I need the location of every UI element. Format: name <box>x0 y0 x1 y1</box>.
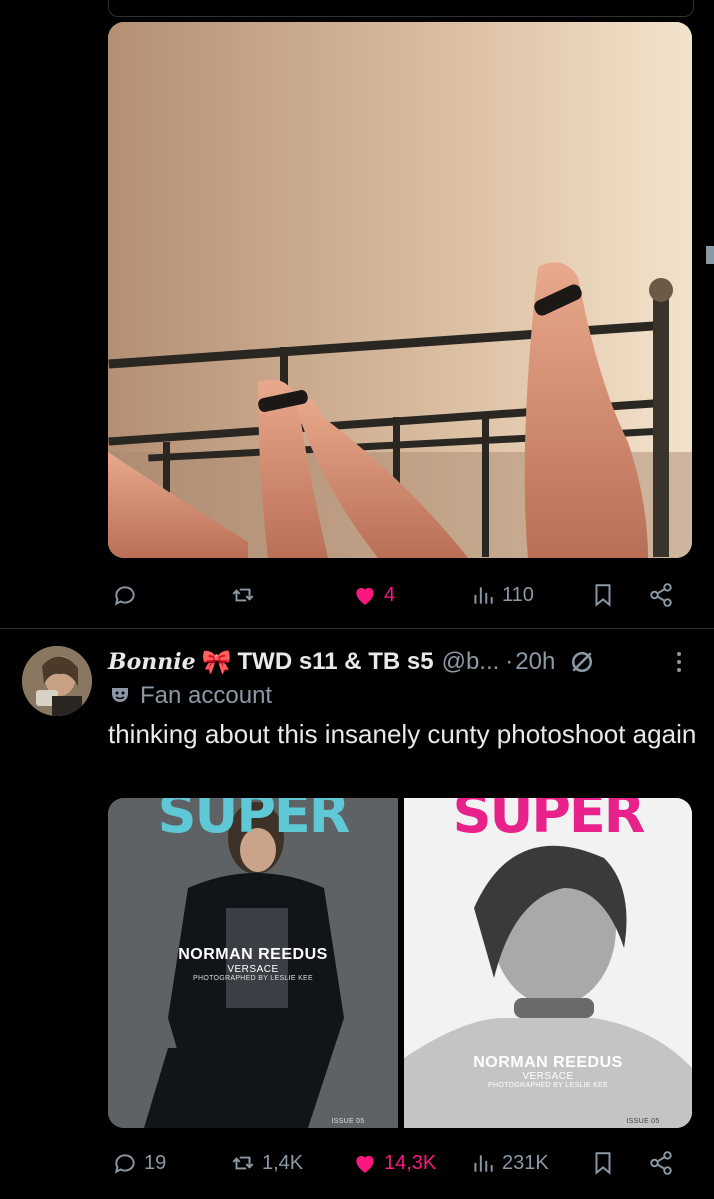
bookmark-icon <box>595 1152 611 1175</box>
fan-account-text: Fan account <box>140 682 273 709</box>
bookmark-icon <box>595 584 611 607</box>
cover-issue-2: ISSUE 05 <box>626 1118 660 1125</box>
views-button[interactable]: 231K <box>470 1150 549 1176</box>
reply-count: 19 <box>144 1151 167 1174</box>
post-actions-2: 19 1,4K 14,3K 231K <box>108 1143 692 1183</box>
magazine-cover-2[interactable]: SUPER NORMAN REEDUS VERSACE PHOTOGRAPHED… <box>404 798 692 1128</box>
scrollbar-thumb[interactable] <box>706 246 714 264</box>
author-handle[interactable]: @b... <box>442 648 500 676</box>
post-time[interactable]: 20h <box>515 648 555 676</box>
share-icon <box>650 1151 672 1175</box>
repost-count: 1,4K <box>262 1151 304 1174</box>
masks-icon <box>112 688 128 702</box>
post-actions-1: 4 110 <box>108 575 692 615</box>
magazine-title-1: SUPER <box>157 798 351 845</box>
time-separator: · <box>505 648 514 675</box>
bookmark-button[interactable] <box>590 582 616 608</box>
author-name[interactable]: TWD s11 & TB s5 <box>238 648 434 676</box>
cover-headline-1: NORMAN REEDUS <box>178 946 328 963</box>
post-text: thinking about this insanely cunty photo… <box>108 719 697 749</box>
cover-issue-1: ISSUE 05 <box>331 1118 365 1125</box>
magazine-cover-1[interactable]: SUPER NORMAN REEDUS VERSACE PHOTOGRAPHED… <box>108 798 398 1128</box>
repost-icon <box>232 1156 254 1170</box>
post-image-bed-frame[interactable] <box>108 22 692 558</box>
cover-headline-2: NORMAN REEDUS <box>473 1054 623 1071</box>
reply-button[interactable]: 19 <box>112 1150 166 1176</box>
views-icon <box>474 1155 493 1172</box>
mute-icon <box>572 652 593 672</box>
magazine-title-2: SUPER <box>452 798 646 845</box>
post-divider <box>0 628 714 629</box>
share-button[interactable] <box>648 582 674 608</box>
heart-filled-icon <box>356 587 374 605</box>
repost-icon <box>232 588 254 602</box>
views-icon <box>474 587 493 604</box>
heart-filled-icon <box>356 1155 374 1173</box>
like-button[interactable]: 14,3K <box>352 1150 436 1176</box>
cover-credit-1: PHOTOGRAPHED BY LESLIE KEE <box>193 975 313 982</box>
post-media-grid: SUPER NORMAN REEDUS VERSACE PHOTOGRAPHED… <box>108 798 692 1128</box>
repost-button[interactable] <box>230 582 262 608</box>
reply-icon <box>114 1154 135 1174</box>
reply-button[interactable] <box>112 582 144 608</box>
bookmark-button[interactable] <box>590 1150 616 1176</box>
repost-button[interactable]: 1,4K <box>230 1150 303 1176</box>
previous-card-edge <box>0 0 714 17</box>
cover-brand-2: VERSACE <box>522 1071 574 1082</box>
avatar-photo <box>22 646 92 716</box>
cover-brand-1: VERSACE <box>227 964 279 975</box>
like-count: 14,3K <box>384 1151 437 1174</box>
post-header: Bonnie 🎀 TWD s11 & TB s5 @b... · 20h <box>108 644 597 680</box>
reply-icon <box>114 586 135 606</box>
share-button[interactable] <box>648 1150 674 1176</box>
more-options-icon[interactable] <box>668 648 690 676</box>
cover-credit-2: PHOTOGRAPHED BY LESLIE KEE <box>488 1082 608 1089</box>
avatar[interactable] <box>22 646 92 716</box>
author-name-script[interactable]: Bonnie <box>108 649 196 675</box>
view-count: 231K <box>502 1151 549 1174</box>
like-count: 4 <box>384 583 396 606</box>
fan-account-label: Fan account <box>108 680 272 712</box>
ribbon-emoji: 🎀 <box>201 648 232 676</box>
views-button[interactable]: 110 <box>470 582 534 608</box>
view-count: 110 <box>502 583 534 606</box>
like-button[interactable]: 4 <box>352 582 395 608</box>
share-icon <box>650 583 672 607</box>
post-photo <box>108 22 692 558</box>
